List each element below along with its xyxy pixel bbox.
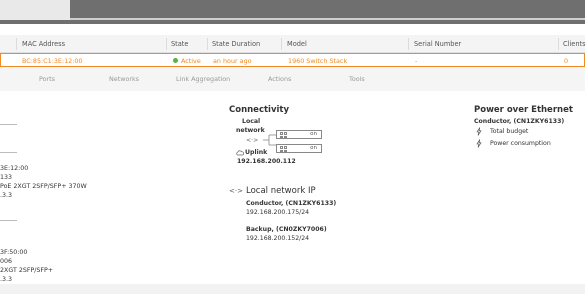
tab-actions[interactable]: Actions [268, 75, 291, 83]
column-separator[interactable] [166, 38, 167, 50]
local-network-label-line1: Local [242, 118, 261, 125]
member2-serial: 006 [0, 258, 13, 265]
bottom-bar [0, 284, 585, 294]
tab-tools[interactable]: Tools [349, 75, 365, 83]
column-separator[interactable] [408, 38, 409, 50]
member1-serial: 133 [0, 174, 13, 181]
cell-state: Active [181, 57, 201, 65]
connectivity-title: Connectivity [229, 105, 290, 115]
cell-duration: an hour ago [213, 57, 252, 65]
table-header: MAC Address State State Duration Model S… [0, 35, 585, 53]
status-dot-icon [173, 58, 178, 63]
top-bar [0, 0, 585, 24]
column-separator[interactable] [16, 38, 17, 50]
poe-title: Power over Ethernet [474, 105, 573, 115]
local-ip-arrow-icon: <·> [229, 187, 243, 195]
cloud-icon [236, 150, 244, 156]
column-separator[interactable] [558, 38, 559, 50]
uplink-label: Uplink [245, 149, 268, 156]
backup-ip: 192.168.200.152/24 [246, 235, 310, 242]
bolt-icon [476, 139, 482, 148]
header-clients[interactable]: Clients [563, 40, 585, 48]
local-ip-title: Local network IP [246, 186, 316, 196]
cell-mac: BC:85:C1:3E:12:00 [22, 57, 83, 65]
cell-clients: 0 [564, 57, 569, 65]
total-budget-label: Total budget [490, 128, 529, 135]
header-state[interactable]: State [171, 40, 188, 48]
port-state-label: on [310, 131, 317, 137]
member1-firmware: .3.3 [0, 192, 13, 199]
member2-mac: 3F:50:00 [0, 249, 28, 256]
table-row[interactable]: BC:85:C1:3E:12:00 Active an hour ago 196… [0, 53, 585, 67]
member1-mac: 3E:12:00 [0, 165, 29, 172]
bolt-icon [476, 127, 482, 136]
tab-networks[interactable]: Networks [109, 75, 139, 83]
power-consumption-label: Power consumption [490, 140, 551, 147]
port-state-label: on [310, 145, 317, 151]
conductor-label: Conductor, (CN1ZKY6133) [246, 200, 337, 207]
column-separator[interactable] [281, 38, 282, 50]
connector-lines-icon [263, 134, 277, 146]
cell-serial: - [415, 57, 418, 65]
link-arrow-icon: <·> [246, 137, 259, 144]
top-bar-divider [70, 18, 585, 20]
divider [0, 152, 17, 153]
tab-link-aggregation[interactable]: Link Aggregation [176, 75, 230, 83]
poe-conductor-label: Conductor, (CN1ZKY6133) [474, 118, 565, 125]
divider [0, 220, 17, 221]
header-mac-address[interactable]: MAC Address [22, 40, 65, 48]
search-input[interactable] [0, 0, 70, 20]
conductor-ip: 192.168.200.175/24 [246, 209, 310, 216]
member2-model: 2XGT 2SFP/SFP+ [0, 267, 54, 274]
backup-label: Backup, (CN0ZKY7006) [246, 226, 327, 233]
header-model[interactable]: Model [287, 40, 307, 48]
cell-model: 1960 Switch Stack [288, 57, 348, 65]
local-network-label-line2: network [236, 127, 265, 134]
header-state-duration[interactable]: State Duration [212, 40, 260, 48]
column-separator[interactable] [207, 38, 208, 50]
tab-bar: Ports Networks Link Aggregation Actions … [0, 67, 585, 91]
header-serial-number[interactable]: Serial Number [414, 40, 461, 48]
member1-model: PoE 2XGT 2SFP/SFP+ 370W [0, 183, 87, 190]
uplink-ip: 192.168.200.112 [237, 158, 296, 165]
member2-firmware: .3.3 [0, 276, 13, 283]
tab-ports[interactable]: Ports [39, 75, 55, 83]
divider [0, 124, 17, 125]
stack-member-port-2[interactable]: on [276, 144, 322, 153]
stack-member-port-1[interactable]: on [276, 130, 322, 139]
